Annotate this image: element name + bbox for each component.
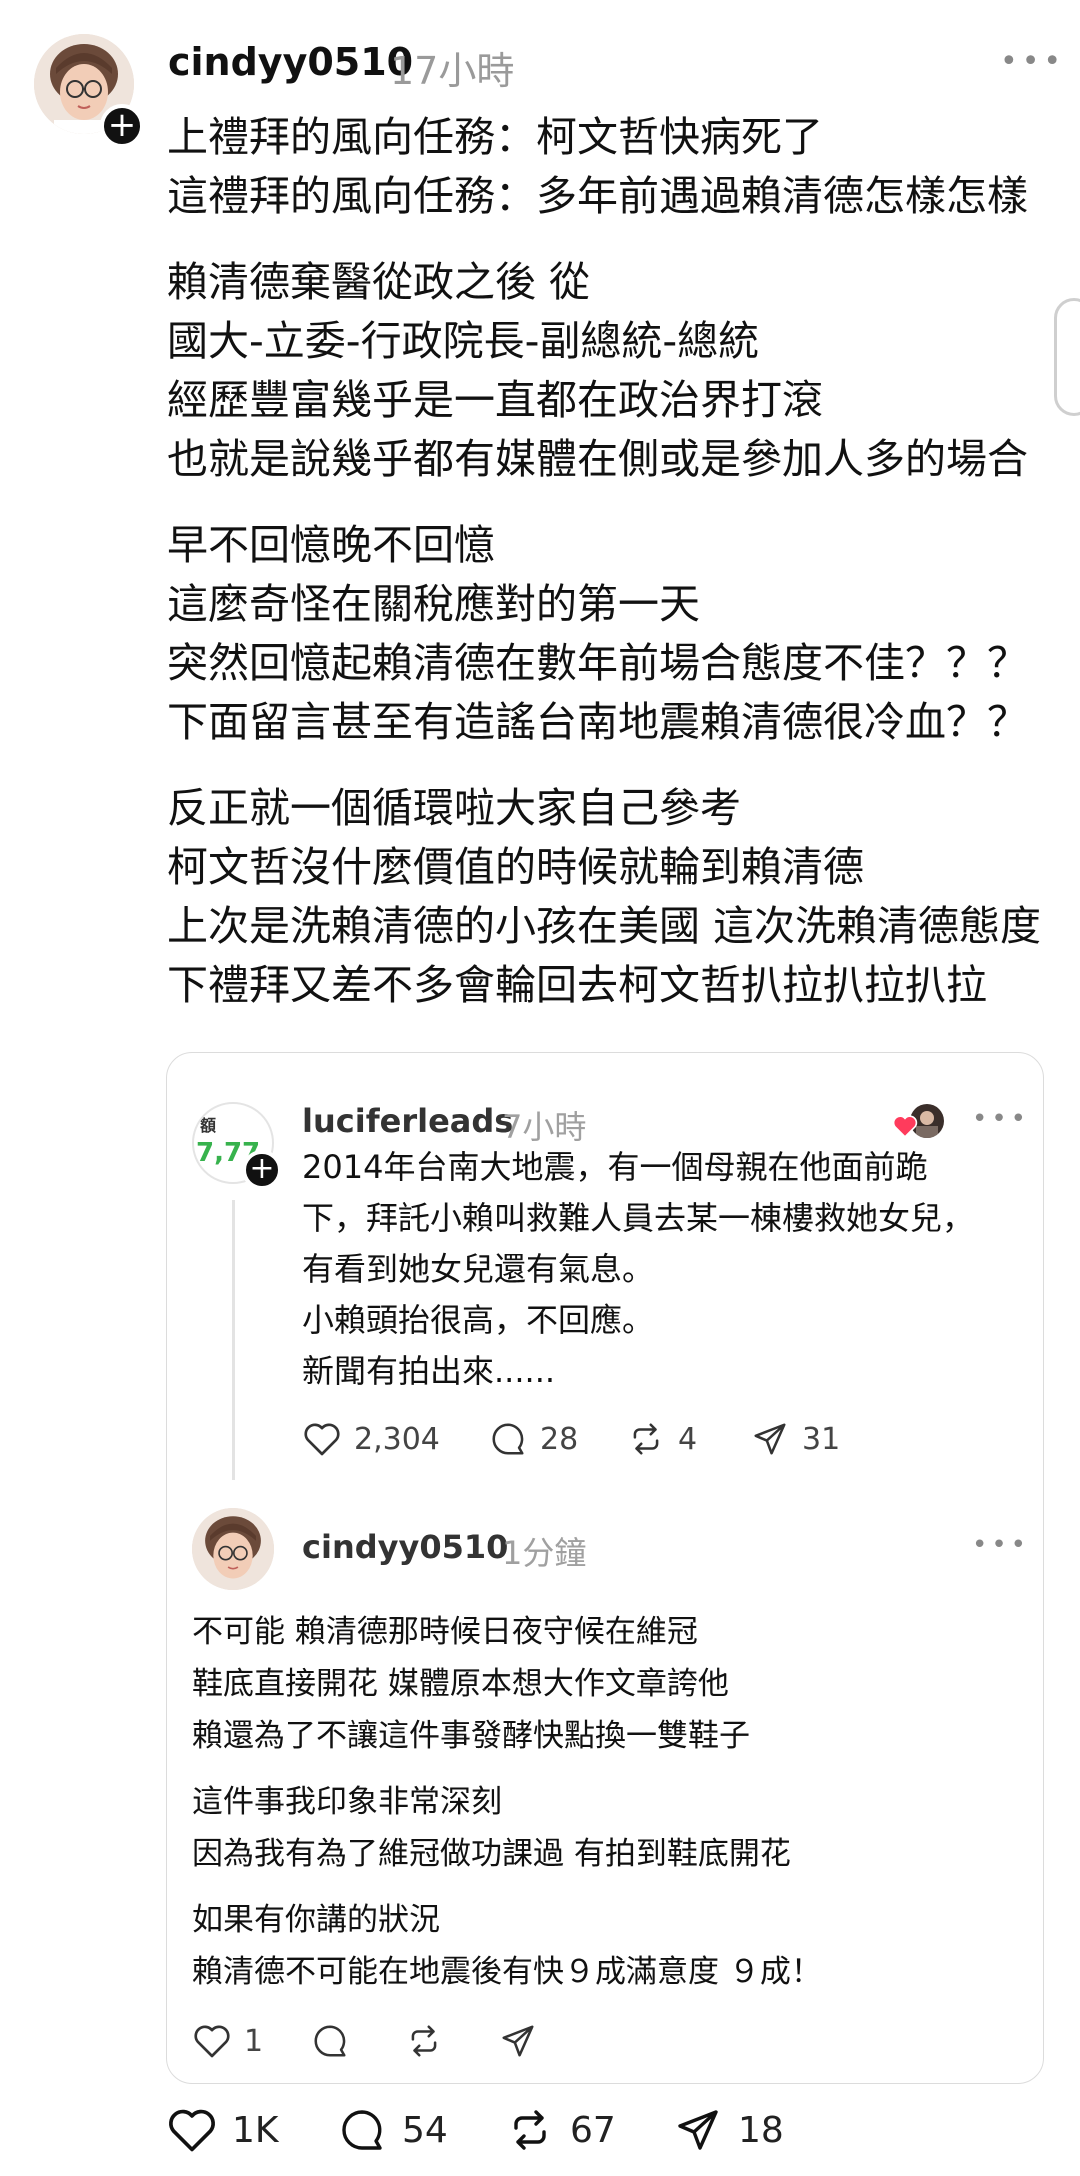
heart-icon (892, 1114, 918, 1142)
share-icon (498, 2022, 538, 2060)
quoted-line: 小賴頭抬很高，不回應。 (302, 1301, 655, 1339)
reply-body: 不可能 賴清德那時候日夜守候在維冠 鞋底直接開花 媒體原本想大作文章誇他 賴還為… (192, 1606, 1012, 1998)
comment-icon (310, 2022, 350, 2060)
post-line: 也就是說幾乎都有媒體在側或是參加人多的場合 (167, 435, 1028, 483)
plus-icon: + (107, 104, 137, 145)
post-line: 早不回憶晚不回憶 (167, 521, 495, 569)
reply-comment-button[interactable] (310, 2022, 350, 2060)
repost-icon (626, 1420, 666, 1458)
post-time: 17小時 (390, 49, 515, 93)
quoted-like-button[interactable]: 2,304 (302, 1420, 440, 1458)
post-line: 下面留言甚至有造謠台南地震賴清德很冷血？？ (167, 698, 1028, 746)
post-comment-count: 54 (402, 2109, 448, 2151)
reply-line: 賴清德不可能在地震後有快９成滿意度 ９成！ (192, 1954, 822, 1990)
quoted-line: 2014年台南大地震，有一個母親在他面前跪 (302, 1148, 928, 1186)
repost-icon (404, 2022, 444, 2060)
quoted-repost-button[interactable]: 4 (626, 1420, 697, 1458)
post-line: 這麼奇怪在關稅應對的第一天 (167, 580, 700, 628)
heart-icon (166, 2106, 218, 2154)
quoted-comment-count: 28 (540, 1421, 579, 1457)
post-comment-button[interactable]: 54 (336, 2106, 448, 2154)
post-line: 國大-立委-行政院長-副總統-總統 (167, 317, 760, 365)
post-repost-button[interactable]: 67 (504, 2106, 616, 2154)
quoted-line: 下，拜託小賴叫救難人員去某一棟樓救她女兒， (302, 1199, 975, 1237)
thread-connector (232, 1200, 235, 1480)
quoted-comment-button[interactable]: 28 (488, 1420, 578, 1458)
post-line: 這禮拜的風向任務：多年前遇過賴清德怎樣怎樣 (167, 172, 1028, 220)
reply-author-avatar[interactable] (192, 1508, 274, 1590)
more-icon[interactable]: ••• (972, 1530, 1030, 1560)
reply-like-button[interactable]: 1 (192, 2022, 263, 2060)
plus-icon: + (249, 1150, 275, 1186)
post-line: 下禮拜又差不多會輪回去柯文哲扒拉扒拉扒拉 (167, 961, 987, 1009)
post-line: 上次是洗賴清德的小孩在美國 這次洗賴清德態度 (167, 902, 1042, 950)
post-line: 上禮拜的風向任務：柯文哲快病死了 (167, 113, 823, 161)
reply-username[interactable]: cindyy0510 (302, 1528, 508, 1566)
post-line: 賴清德棄醫從政之後 從 (167, 258, 591, 306)
quoted-share-button[interactable]: 31 (750, 1420, 840, 1458)
post-line: 反正就一個循環啦大家自己參考 (167, 784, 741, 832)
quoted-body: 2014年台南大地震，有一個母親在他面前跪 下，拜託小賴叫救難人員去某一棟樓救她… (302, 1142, 1022, 1397)
quoted-line: 有看到她女兒還有氣息。 (302, 1250, 655, 1288)
reply-line: 如果有你講的狀況 (192, 1902, 440, 1938)
quoted-like-count: 2,304 (354, 1421, 440, 1457)
post-body: 上禮拜的風向任務：柯文哲快病死了 這禮拜的風向任務：多年前遇過賴清德怎樣怎樣 賴… (167, 108, 1047, 1015)
comment-icon (336, 2106, 388, 2154)
avatar-text-top: 額 (200, 1116, 217, 1135)
more-icon[interactable]: ••• (1000, 44, 1065, 79)
more-icon[interactable]: ••• (972, 1104, 1030, 1134)
reply-time: 1分鐘 (502, 1534, 587, 1572)
post-line: 柯文哲沒什麼價值的時候就輪到賴清德 (167, 843, 864, 891)
reply-line: 賴還為了不讓這件事發酵快點換一雙鞋子 (192, 1718, 750, 1754)
post-share-button[interactable]: 18 (672, 2106, 784, 2154)
reply-line: 這件事我印象非常深刻 (192, 1784, 502, 1820)
follow-plus-button[interactable]: + (242, 1150, 282, 1190)
quoted-share-count: 31 (802, 1421, 841, 1457)
post-line: 突然回憶起賴清德在數年前場合態度不佳？？？ (167, 639, 1028, 687)
repost-icon (504, 2106, 556, 2154)
comment-icon (488, 1420, 528, 1458)
post-repost-count: 67 (570, 2109, 616, 2151)
reply-share-button[interactable] (498, 2022, 538, 2060)
reply-like-count: 1 (244, 2023, 264, 2059)
post-line: 經歷豐富幾乎是一直都在政治界打滾 (167, 376, 823, 424)
post-like-count: 1K (232, 2109, 279, 2151)
heart-icon (302, 1420, 342, 1458)
quoted-line: 新聞有拍出來...... (302, 1352, 556, 1390)
heart-icon (192, 2022, 232, 2060)
share-icon (750, 1420, 790, 1458)
reply-repost-button[interactable] (404, 2022, 444, 2060)
post-username[interactable]: cindyy0510 (168, 40, 413, 84)
post-share-count: 18 (738, 2109, 784, 2151)
reply-line: 因為我有為了維冠做功課過 有拍到鞋底開花 (192, 1836, 791, 1872)
quoted-repost-count: 4 (678, 1421, 698, 1457)
post-like-button[interactable]: 1K (166, 2106, 279, 2154)
reply-line: 不可能 賴清德那時候日夜守候在維冠 (192, 1614, 698, 1650)
reply-line: 鞋底直接開花 媒體原本想大作文章誇他 (192, 1666, 729, 1702)
side-handle[interactable] (1054, 298, 1080, 416)
share-icon (672, 2106, 724, 2154)
quoted-username[interactable]: luciferleads (302, 1102, 513, 1140)
follow-plus-button[interactable]: + (100, 104, 144, 148)
